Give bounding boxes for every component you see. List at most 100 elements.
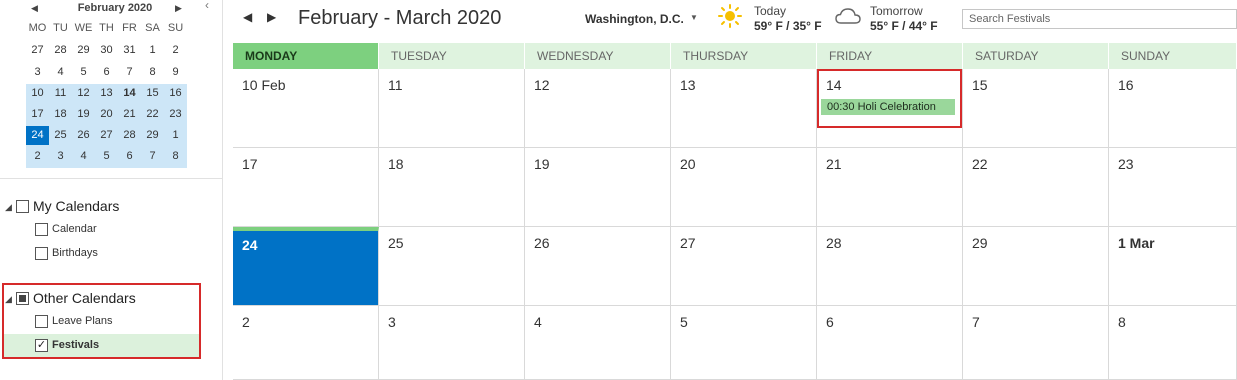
mini-calendar-weekday: SU	[167, 22, 184, 34]
day-number: 8	[1118, 314, 1126, 330]
chevron-left-icon[interactable]: ‹	[205, 0, 209, 12]
day-number: 25	[388, 235, 404, 251]
day-cell[interactable]: 25	[379, 227, 525, 306]
mini-calendar-day[interactable]: 21	[118, 105, 141, 124]
mini-calendar-weekday: MO	[28, 22, 47, 34]
day-cell[interactable]: 22	[963, 148, 1109, 227]
day-cell-today[interactable]: 24	[233, 227, 379, 306]
birthdays-checkbox[interactable]	[35, 247, 48, 260]
day-cell[interactable]: 5	[671, 306, 817, 380]
day-cell[interactable]: 21	[817, 148, 963, 227]
mini-calendar-day[interactable]: 12	[72, 84, 95, 103]
mini-calendar-day[interactable]: 29	[72, 41, 95, 60]
mini-calendar-day[interactable]: 7	[118, 63, 141, 82]
day-cell[interactable]: 1 Mar	[1109, 227, 1237, 306]
day-cell[interactable]: 11	[379, 69, 525, 148]
day-cell[interactable]: 16	[1109, 69, 1237, 148]
mini-calendar-day[interactable]: 29	[141, 126, 164, 145]
mini-calendar-day[interactable]: 10	[26, 84, 49, 103]
expand-arrow-icon[interactable]: ◢	[5, 202, 12, 213]
mini-calendar-day[interactable]: 28	[118, 126, 141, 145]
mini-calendar-day[interactable]: 7	[141, 147, 164, 166]
mini-calendar-day[interactable]: 18	[49, 105, 72, 124]
day-cell[interactable]: 20	[671, 148, 817, 227]
day-cell[interactable]: 6	[817, 306, 963, 380]
mini-calendar-day[interactable]: 27	[26, 41, 49, 60]
day-cell[interactable]: 14 00:30 Holi Celebration	[817, 69, 963, 148]
mini-calendar-day[interactable]: 11	[49, 84, 72, 103]
previous-arrow-icon[interactable]: ◀	[243, 10, 252, 24]
mini-calendar-day[interactable]: 2	[26, 147, 49, 166]
mini-calendar-day[interactable]: 28	[49, 41, 72, 60]
day-cell[interactable]: 10 Feb	[233, 69, 379, 148]
mini-calendar-day[interactable]: 15	[141, 84, 164, 103]
mini-calendar-day[interactable]: 27	[95, 126, 118, 145]
day-number: 5	[680, 314, 688, 330]
day-number: 27	[680, 235, 696, 251]
mini-calendar-day[interactable]: 8	[141, 63, 164, 82]
mini-calendar-day[interactable]: 14	[118, 84, 141, 103]
calendar-item-label[interactable]: Calendar	[52, 223, 97, 235]
weekday-header: SATURDAY	[963, 43, 1109, 69]
day-cell[interactable]: 15	[963, 69, 1109, 148]
mini-calendar-day[interactable]: 2	[164, 41, 187, 60]
mini-calendar-day[interactable]: 1	[141, 41, 164, 60]
day-cell[interactable]: 26	[525, 227, 671, 306]
birthdays-item-label[interactable]: Birthdays	[52, 247, 98, 259]
day-cell[interactable]: 29	[963, 227, 1109, 306]
day-cell[interactable]: 28	[817, 227, 963, 306]
mini-calendar-day[interactable]: 19	[72, 105, 95, 124]
mini-calendar-day[interactable]: 8	[164, 147, 187, 166]
mini-calendar-day[interactable]: 3	[26, 63, 49, 82]
day-cell[interactable]: 7	[963, 306, 1109, 380]
cloud-icon	[835, 8, 861, 24]
day-cell[interactable]: 23	[1109, 148, 1237, 227]
day-cell[interactable]: 17	[233, 148, 379, 227]
mini-calendar-day[interactable]: 25	[49, 126, 72, 145]
triangle-right-icon[interactable]: ▶	[175, 3, 182, 14]
mini-calendar-day[interactable]: 26	[72, 126, 95, 145]
day-number: 22	[972, 156, 988, 172]
mini-calendar-day[interactable]: 20	[95, 105, 118, 124]
day-cell[interactable]: 19	[525, 148, 671, 227]
weather-location[interactable]: Washington, D.C.	[585, 12, 684, 26]
triangle-left-icon[interactable]: ◀	[31, 3, 38, 14]
mini-calendar-day[interactable]: 1	[164, 126, 187, 145]
mini-calendar-day[interactable]: 4	[49, 63, 72, 82]
day-number: 26	[534, 235, 550, 251]
chevron-down-icon[interactable]: ▼	[690, 13, 698, 22]
day-cell[interactable]: 4	[525, 306, 671, 380]
mini-calendar-day[interactable]: 24	[26, 126, 49, 145]
month-grid: MONDAY TUESDAY WEDNESDAY THURSDAY FRIDAY SATU…	[233, 43, 1237, 380]
mini-calendar-day[interactable]: 6	[118, 147, 141, 166]
mini-calendar-day[interactable]: 16	[164, 84, 187, 103]
mini-calendar-day[interactable]: 9	[164, 63, 187, 82]
day-number: 19	[534, 156, 550, 172]
day-cell[interactable]: 3	[379, 306, 525, 380]
mini-calendar-day[interactable]: 17	[26, 105, 49, 124]
mini-calendar-day[interactable]: 13	[95, 84, 118, 103]
day-cell[interactable]: 8	[1109, 306, 1237, 380]
search-input[interactable]	[962, 9, 1237, 29]
day-cell[interactable]: 2	[233, 306, 379, 380]
mini-calendar-weekday: TU	[53, 22, 68, 34]
mini-calendar-day[interactable]: 31	[118, 41, 141, 60]
mini-calendar-day[interactable]: 5	[95, 147, 118, 166]
day-cell[interactable]: 12	[525, 69, 671, 148]
calendar-checkbox[interactable]	[35, 223, 48, 236]
mini-calendar-day[interactable]: 23	[164, 105, 187, 124]
day-cell[interactable]: 18	[379, 148, 525, 227]
day-number: 7	[972, 314, 980, 330]
mini-calendar-day[interactable]: 3	[49, 147, 72, 166]
mini-calendar-day[interactable]: 30	[95, 41, 118, 60]
next-arrow-icon[interactable]: ▶	[267, 10, 276, 24]
day-cell[interactable]: 13	[671, 69, 817, 148]
mini-calendar-day[interactable]: 6	[95, 63, 118, 82]
mini-calendar-day[interactable]: 22	[141, 105, 164, 124]
mini-calendar-day[interactable]: 4	[72, 147, 95, 166]
day-number: 11	[388, 77, 403, 93]
mini-calendar-day[interactable]: 5	[72, 63, 95, 82]
day-number: 2	[242, 314, 250, 330]
day-cell[interactable]: 27	[671, 227, 817, 306]
my-calendars-checkbox[interactable]	[16, 200, 29, 213]
